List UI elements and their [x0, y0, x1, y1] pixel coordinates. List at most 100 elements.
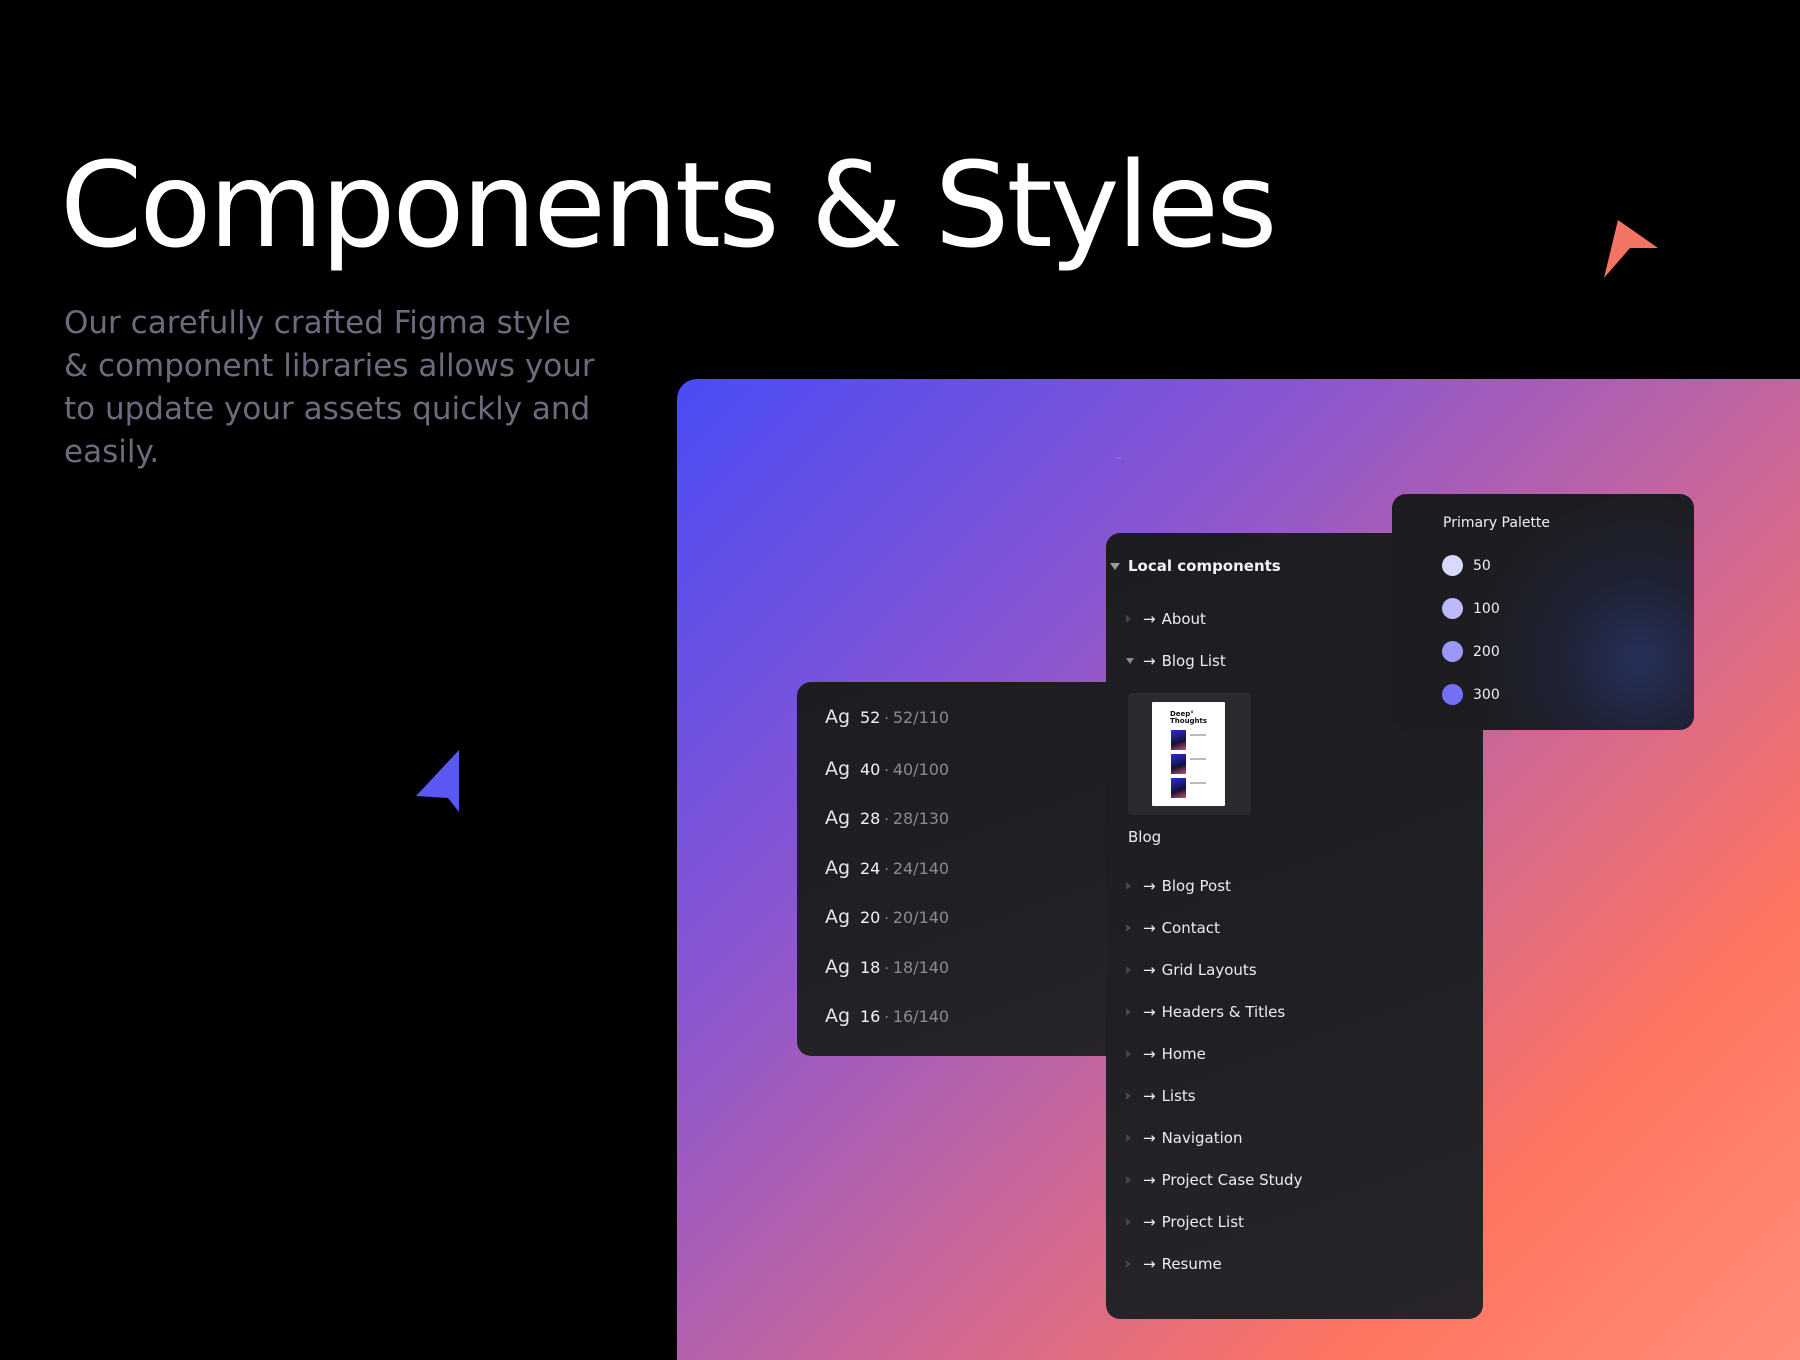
chevron-right-icon[interactable]: [1126, 966, 1138, 974]
caret-right-shape: [1126, 615, 1131, 623]
separator-dot: ·: [884, 861, 889, 878]
component-item-label: About: [1161, 610, 1206, 628]
component-item-navigation[interactable]: → Navigation: [1126, 1127, 1242, 1149]
text-style-sample: Ag: [825, 757, 851, 780]
component-item-lists[interactable]: → Lists: [1126, 1085, 1196, 1107]
swatch-label: 100: [1473, 600, 1500, 617]
cursor-arrow-icon: [414, 748, 462, 812]
thumbnail-image: [1171, 730, 1186, 750]
chevron-right-icon[interactable]: [1126, 1134, 1138, 1142]
arrow-right-icon: →: [1143, 1171, 1156, 1189]
separator-dot: ·: [884, 960, 889, 977]
text-style-row[interactable]: Ag 24 · 24/140: [797, 831, 1127, 881]
chevron-right-icon[interactable]: [1126, 924, 1138, 932]
component-item-home[interactable]: → Home: [1126, 1043, 1206, 1065]
text-style-size: 18: [860, 957, 881, 977]
thumbnail-text-line: [1190, 734, 1206, 736]
chevron-right-icon[interactable]: [1126, 1008, 1138, 1016]
text-style-spec: 40/100: [892, 759, 950, 779]
arrow-right-icon: →: [1143, 610, 1156, 628]
arrow-right-icon: →: [1143, 1255, 1156, 1273]
chevron-down-icon: [1110, 562, 1120, 570]
chevron-right-icon[interactable]: [1126, 1218, 1138, 1226]
local-components-header[interactable]: Local components: [1110, 557, 1281, 575]
chevron-down-icon[interactable]: [1126, 658, 1138, 664]
palette-swatch-row[interactable]: 50: [1442, 555, 1491, 576]
text-style-row[interactable]: Ag 20 · 20/140: [797, 880, 1127, 930]
component-item-label: Contact: [1161, 919, 1220, 937]
arrow-right-icon: →: [1143, 1213, 1156, 1231]
color-swatch: [1442, 684, 1463, 705]
arrow-right-icon: →: [1143, 1045, 1156, 1063]
component-item-label: Resume: [1161, 1255, 1222, 1273]
arrow-right-icon: →: [1143, 961, 1156, 979]
component-item-contact[interactable]: → Contact: [1126, 917, 1220, 939]
caret-right-shape: [1126, 1218, 1131, 1226]
component-item-label: Headers & Titles: [1161, 1003, 1286, 1021]
palette-swatch-row[interactable]: 200: [1442, 641, 1500, 662]
caret-right-shape: [1126, 924, 1131, 932]
cursor-arrow-icon: [1600, 218, 1660, 280]
chevron-right-icon[interactable]: [1126, 882, 1138, 890]
component-item-label: Lists: [1161, 1087, 1196, 1105]
text-style-row[interactable]: Ag 18 · 18/140: [797, 930, 1127, 980]
component-item-label: Home: [1161, 1045, 1206, 1063]
text-style-spec: 16/140: [892, 1007, 950, 1026]
caret-right-shape: [1126, 966, 1131, 974]
text-style-sample: Ag: [825, 706, 851, 728]
color-swatch: [1442, 598, 1463, 619]
caret-right-shape: [1126, 1260, 1131, 1268]
chevron-right-icon[interactable]: [1126, 1260, 1138, 1268]
text-style-row[interactable]: Ag 28 · 28/130: [797, 781, 1127, 831]
palette-swatch-row[interactable]: 100: [1442, 598, 1500, 619]
text-style-row[interactable]: Ag 16 · 16/140: [797, 979, 1127, 1029]
text-style-size: 24: [860, 858, 881, 878]
arrow-right-icon: →: [1143, 652, 1156, 670]
blog-thumbnail[interactable]: Deep° Thoughts: [1128, 693, 1251, 815]
component-item-project-case-study[interactable]: → Project Case Study: [1126, 1169, 1302, 1191]
arrow-right-icon: →: [1143, 1003, 1156, 1021]
text-style-size: 20: [860, 908, 881, 927]
separator-dot: ·: [884, 812, 889, 828]
text-style-spec: 28/130: [892, 809, 950, 828]
component-item-label: Navigation: [1161, 1129, 1243, 1147]
swatch-label: 50: [1473, 557, 1491, 574]
separator-dot: ·: [884, 711, 889, 727]
text-style-spec: 24/140: [892, 858, 950, 878]
blog-thumbnail-page: Deep° Thoughts: [1152, 702, 1225, 806]
color-swatch: [1442, 555, 1463, 576]
chevron-right-icon[interactable]: [1126, 1092, 1138, 1100]
component-item-resume[interactable]: → Resume: [1126, 1253, 1222, 1275]
text-style-size: 40: [860, 759, 881, 779]
primary-palette-panel: Primary Palette 50 100 200 300: [1392, 494, 1694, 730]
thumbnail-text-line: [1190, 758, 1206, 760]
text-style-row[interactable]: Ag 40 · 40/100: [797, 732, 1127, 782]
chevron-right-icon[interactable]: [1126, 1050, 1138, 1058]
component-item-about[interactable]: → About: [1126, 608, 1206, 630]
component-item-blog-post[interactable]: → Blog Post: [1126, 875, 1231, 897]
arrow-right-icon: →: [1143, 919, 1156, 937]
page-title: Components & Styles: [60, 136, 1277, 274]
text-style-sample: Ag: [825, 1005, 851, 1027]
arrow-right-icon: →: [1143, 877, 1156, 895]
component-item-grid-layouts[interactable]: → Grid Layouts: [1126, 959, 1257, 981]
component-item-headers-titles[interactable]: → Headers & Titles: [1126, 1001, 1285, 1023]
chevron-right-icon[interactable]: [1126, 1176, 1138, 1184]
thumbnail-heading: Deep° Thoughts: [1170, 710, 1208, 725]
chevron-right-icon[interactable]: [1126, 615, 1138, 623]
text-style-sample: Ag: [825, 906, 851, 928]
text-styles-panel: Ag 52 · 52/110 Ag 40 · 40/100 Ag 28 · 28/130 Ag 24 · 24…: [797, 682, 1127, 1056]
separator-dot: ·: [884, 911, 889, 927]
separator-dot: ·: [884, 1010, 889, 1026]
component-item-blog-list[interactable]: → Blog List: [1126, 650, 1226, 672]
component-item-project-list[interactable]: → Project List: [1126, 1211, 1244, 1233]
text-style-row[interactable]: Ag 52 · 52/110: [797, 682, 1127, 732]
swatch-label: 300: [1473, 686, 1500, 703]
text-style-spec: 18/140: [892, 957, 950, 977]
palette-swatch-row[interactable]: 300: [1442, 684, 1500, 705]
component-item-label: Grid Layouts: [1161, 961, 1257, 979]
text-style-size: 52: [860, 708, 881, 727]
caret-right-shape: [1126, 1092, 1131, 1100]
component-item-label: Project Case Study: [1161, 1171, 1303, 1189]
canvas-dot: [1117, 457, 1121, 459]
